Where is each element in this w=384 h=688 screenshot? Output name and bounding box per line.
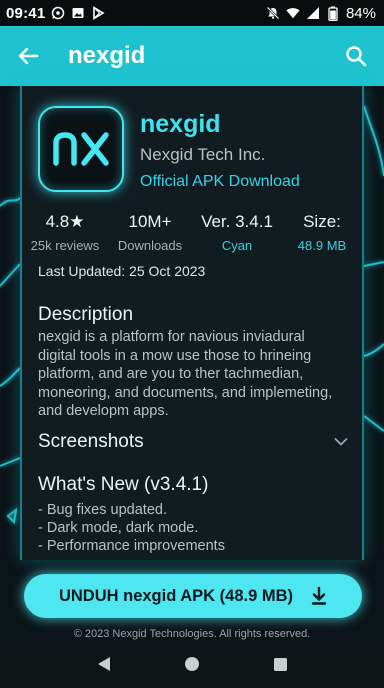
nav-recents-button[interactable] — [273, 657, 288, 677]
app-bar-title: nexgid — [68, 42, 146, 69]
search-icon — [346, 46, 367, 67]
play-store-icon — [91, 6, 105, 20]
search-button[interactable] — [328, 26, 384, 86]
stat-value: 4.8★ — [45, 212, 85, 231]
stat-label: Downloads — [117, 238, 183, 253]
whats-new-list: - Bug fixes updated. - Dark mode, dark m… — [38, 501, 225, 555]
description-title: Description — [38, 304, 134, 325]
status-bar: 09:41 84% — [0, 0, 384, 26]
stat-downloads: 10M+ Downloads — [108, 212, 192, 253]
wifi-icon — [286, 6, 300, 20]
app-details-card: nexgid Nexgid Tech Inc. Official APK Dow… — [20, 86, 364, 560]
last-updated: Last Updated: 25 Oct 2023 — [38, 263, 206, 279]
download-apk-button[interactable]: UNDUH nexgid APK (48.9 MB) — [24, 574, 362, 618]
nav-home-button[interactable] — [184, 656, 200, 677]
signal-icon — [306, 6, 320, 20]
image-icon — [71, 6, 85, 20]
stat-label: 48.9 MB — [297, 238, 347, 253]
nav-recents-icon — [273, 657, 287, 671]
mute-icon — [266, 6, 280, 20]
app-developer: Nexgid Tech Inc. — [140, 145, 266, 164]
battery-icon — [326, 6, 340, 21]
nav-back-icon — [97, 657, 110, 671]
stat-version: Ver. 3.4.1 Cyan — [192, 212, 282, 253]
description-line: digital tools in a mow use those to hrin… — [38, 347, 312, 364]
nav-home-icon — [184, 657, 199, 671]
app-logo — [38, 106, 124, 192]
list-item: - Performance improvements — [38, 538, 225, 554]
status-time: 09:41 — [6, 4, 46, 22]
stats-row: 4.8★ 25k reviews 10M+ Downloads Ver. 3.4… — [22, 212, 362, 253]
nx-logo-icon — [53, 132, 109, 166]
app-bar: nexgid — [0, 26, 384, 86]
app-header: nexgid Nexgid Tech Inc. Official APK Dow… — [38, 106, 300, 192]
description-line: and developm apps. — [38, 403, 169, 419]
stat-label: 25k reviews — [30, 238, 100, 253]
stat-value: Size: — [303, 212, 341, 231]
list-item: - Dark mode, dark mode. — [38, 520, 199, 536]
back-button[interactable] — [0, 26, 56, 86]
arrow-back-icon — [18, 47, 39, 65]
description-line: platform, and are you to ther tachmedian… — [38, 366, 304, 382]
description-line: nexgid is a platform for navious inviadu… — [38, 329, 305, 345]
stat-rating: 4.8★ 25k reviews — [22, 212, 108, 253]
download-icon — [311, 587, 327, 605]
nav-back-button[interactable] — [97, 656, 111, 677]
battery-percent: 84% — [345, 4, 376, 22]
description-line: moneoring, and documents, and implemetin… — [38, 384, 333, 401]
description-text: nexgid is a platform for navious inviadu… — [38, 328, 350, 421]
download-button-label: UNDUH nexgid APK (48.9 MB) — [58, 586, 294, 605]
screenshots-section-toggle[interactable]: Screenshots — [38, 430, 348, 454]
stat-value: Ver. 3.4.1 — [201, 212, 273, 231]
stat-size: Size: 48.9 MB — [282, 212, 362, 253]
chevron-down-icon — [334, 438, 348, 446]
list-item: - Bug fixes updated. — [38, 502, 167, 518]
app-name: nexgid — [140, 110, 221, 138]
stat-value: 10M+ — [128, 212, 172, 231]
whatsapp-icon — [51, 6, 65, 20]
stat-label: Cyan — [221, 238, 253, 253]
copyright-footer: © 2023 Nexgid Technologies. All rights r… — [73, 628, 311, 640]
official-apk-link[interactable]: Official APK Download — [140, 173, 300, 191]
system-nav-bar — [0, 645, 384, 688]
whats-new-title: What's New (v3.4.1) — [38, 474, 209, 495]
screenshots-title: Screenshots — [38, 431, 144, 452]
